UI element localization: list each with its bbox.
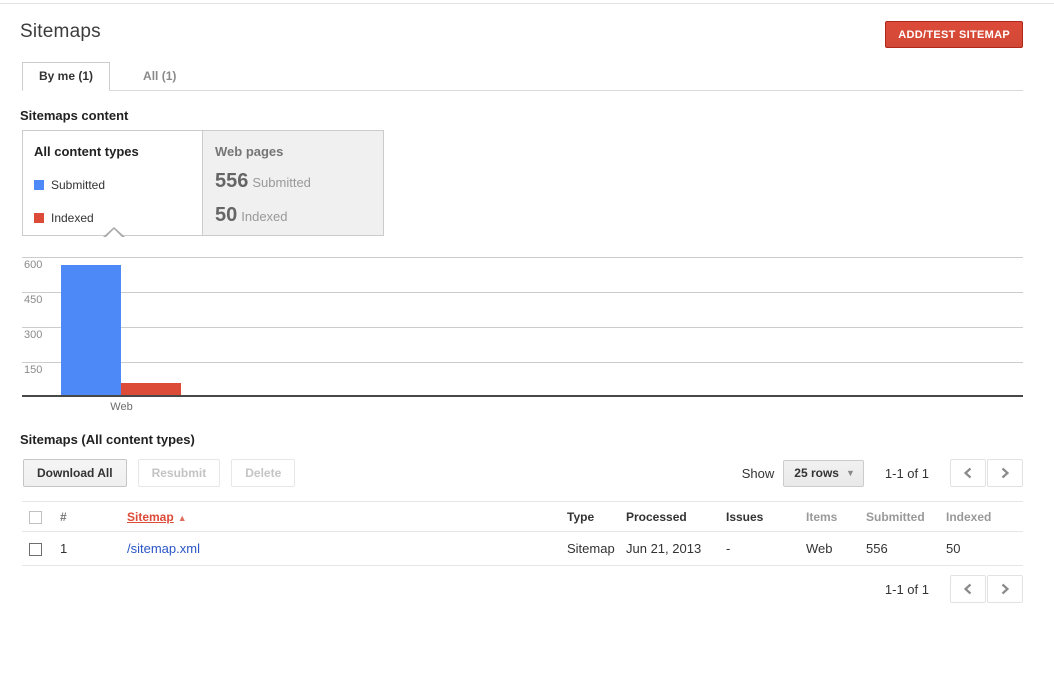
chevron-down-icon: ▼ — [846, 468, 855, 478]
bar-indexed — [121, 383, 181, 395]
column-header-submitted: Submitted — [866, 510, 946, 524]
tab-bar: By me (1) All (1) — [22, 63, 1023, 91]
cell-type: Sitemap — [567, 541, 626, 556]
sitemaps-bar-chart: 150 300 450 600 Web — [22, 255, 1023, 415]
chevron-left-icon — [963, 467, 973, 479]
column-header-sitemap[interactable]: Sitemap▲ — [127, 510, 567, 524]
web-pages-card[interactable]: Web pages 556 Submitted 50 Indexed — [203, 131, 383, 235]
sitemap-link[interactable]: /sitemap.xml — [127, 541, 200, 556]
column-header-items: Items — [806, 510, 866, 524]
page-header: Sitemaps ADD/TEST SITEMAP — [0, 0, 1054, 48]
cell-submitted: 556 — [866, 541, 946, 556]
table-header-row: # Sitemap▲ Type Processed Issues Items S… — [22, 501, 1023, 532]
cell-indexed: 50 — [946, 541, 1023, 556]
sort-ascending-icon: ▲ — [178, 513, 187, 523]
table-row: 1 /sitemap.xml Sitemap Jun 21, 2013 - We… — [22, 532, 1023, 566]
y-tick-label: 600 — [24, 259, 42, 271]
add-test-sitemap-button[interactable]: ADD/TEST SITEMAP — [885, 21, 1023, 48]
indexed-swatch — [34, 213, 44, 223]
content-type-selector: All content types Submitted Indexed Web … — [22, 130, 384, 236]
column-header-index: # — [60, 510, 127, 524]
select-all-checkbox[interactable] — [29, 511, 42, 524]
chevron-left-icon — [963, 583, 973, 595]
stat-row-indexed: 50 Indexed — [215, 204, 383, 227]
sitemaps-table: # Sitemap▲ Type Processed Issues Items S… — [22, 501, 1023, 566]
stats-title: Web pages — [215, 144, 383, 159]
bar-submitted — [61, 265, 121, 395]
legend-item-indexed: Indexed — [34, 211, 202, 225]
indexed-count: 50 — [215, 204, 237, 226]
top-divider — [0, 3, 1054, 4]
gridline — [22, 257, 1023, 258]
bottom-pagination: 1-1 of 1 — [0, 575, 1023, 603]
cell-items: Web — [806, 541, 866, 556]
submitted-label: Submitted — [252, 175, 311, 190]
chevron-right-icon — [1000, 467, 1010, 479]
y-tick-label: 150 — [24, 364, 42, 376]
pager — [949, 459, 1023, 487]
legend-label: Indexed — [51, 211, 94, 225]
delete-button[interactable]: Delete — [231, 459, 295, 487]
selector-title: All content types — [34, 144, 202, 159]
column-header-type: Type — [567, 510, 626, 524]
chevron-right-icon — [1000, 583, 1010, 595]
column-header-issues: Issues — [726, 510, 806, 524]
tab-all[interactable]: All (1) — [127, 63, 192, 90]
next-page-button[interactable] — [987, 575, 1023, 603]
pagination-range: 1-1 of 1 — [885, 466, 929, 481]
tab-by-me[interactable]: By me (1) — [22, 62, 110, 91]
indexed-label: Indexed — [241, 209, 287, 224]
submitted-swatch — [34, 180, 44, 190]
submitted-count: 556 — [215, 170, 248, 192]
selected-card-caret — [103, 226, 125, 237]
y-tick-label: 450 — [24, 294, 42, 306]
column-header-indexed: Indexed — [946, 510, 1023, 524]
download-all-button[interactable]: Download All — [23, 459, 127, 487]
x-axis-label: Web — [61, 401, 182, 413]
all-content-types-card[interactable]: All content types Submitted Indexed — [23, 131, 203, 235]
sitemaps-table-heading: Sitemaps (All content types) — [20, 432, 1054, 447]
cell-issues: - — [726, 541, 806, 556]
pagination-range: 1-1 of 1 — [885, 582, 929, 597]
legend-item-submitted: Submitted — [34, 178, 202, 192]
legend-label: Submitted — [51, 178, 105, 192]
previous-page-button[interactable] — [950, 459, 986, 487]
stat-row-submitted: 556 Submitted — [215, 170, 383, 193]
bar-group — [61, 265, 181, 395]
sitemaps-content-heading: Sitemaps content — [20, 108, 1054, 123]
page-title: Sitemaps — [20, 21, 101, 43]
y-tick-label: 300 — [24, 329, 42, 341]
pager — [949, 575, 1023, 603]
table-toolbar: Download All Resubmit Delete Show 25 row… — [23, 459, 1023, 487]
column-header-processed: Processed — [626, 510, 726, 524]
previous-page-button[interactable] — [950, 575, 986, 603]
show-label: Show — [742, 466, 775, 481]
resubmit-button[interactable]: Resubmit — [138, 459, 221, 487]
cell-processed: Jun 21, 2013 — [626, 541, 726, 556]
chart-plot: 150 300 450 600 — [22, 255, 1023, 397]
cell-index: 1 — [60, 541, 127, 556]
next-page-button[interactable] — [987, 459, 1023, 487]
rows-per-page-dropdown[interactable]: 25 rows ▼ — [783, 460, 864, 487]
row-checkbox[interactable] — [29, 543, 42, 556]
sitemaps-page: Sitemaps ADD/TEST SITEMAP By me (1) All … — [0, 0, 1054, 679]
